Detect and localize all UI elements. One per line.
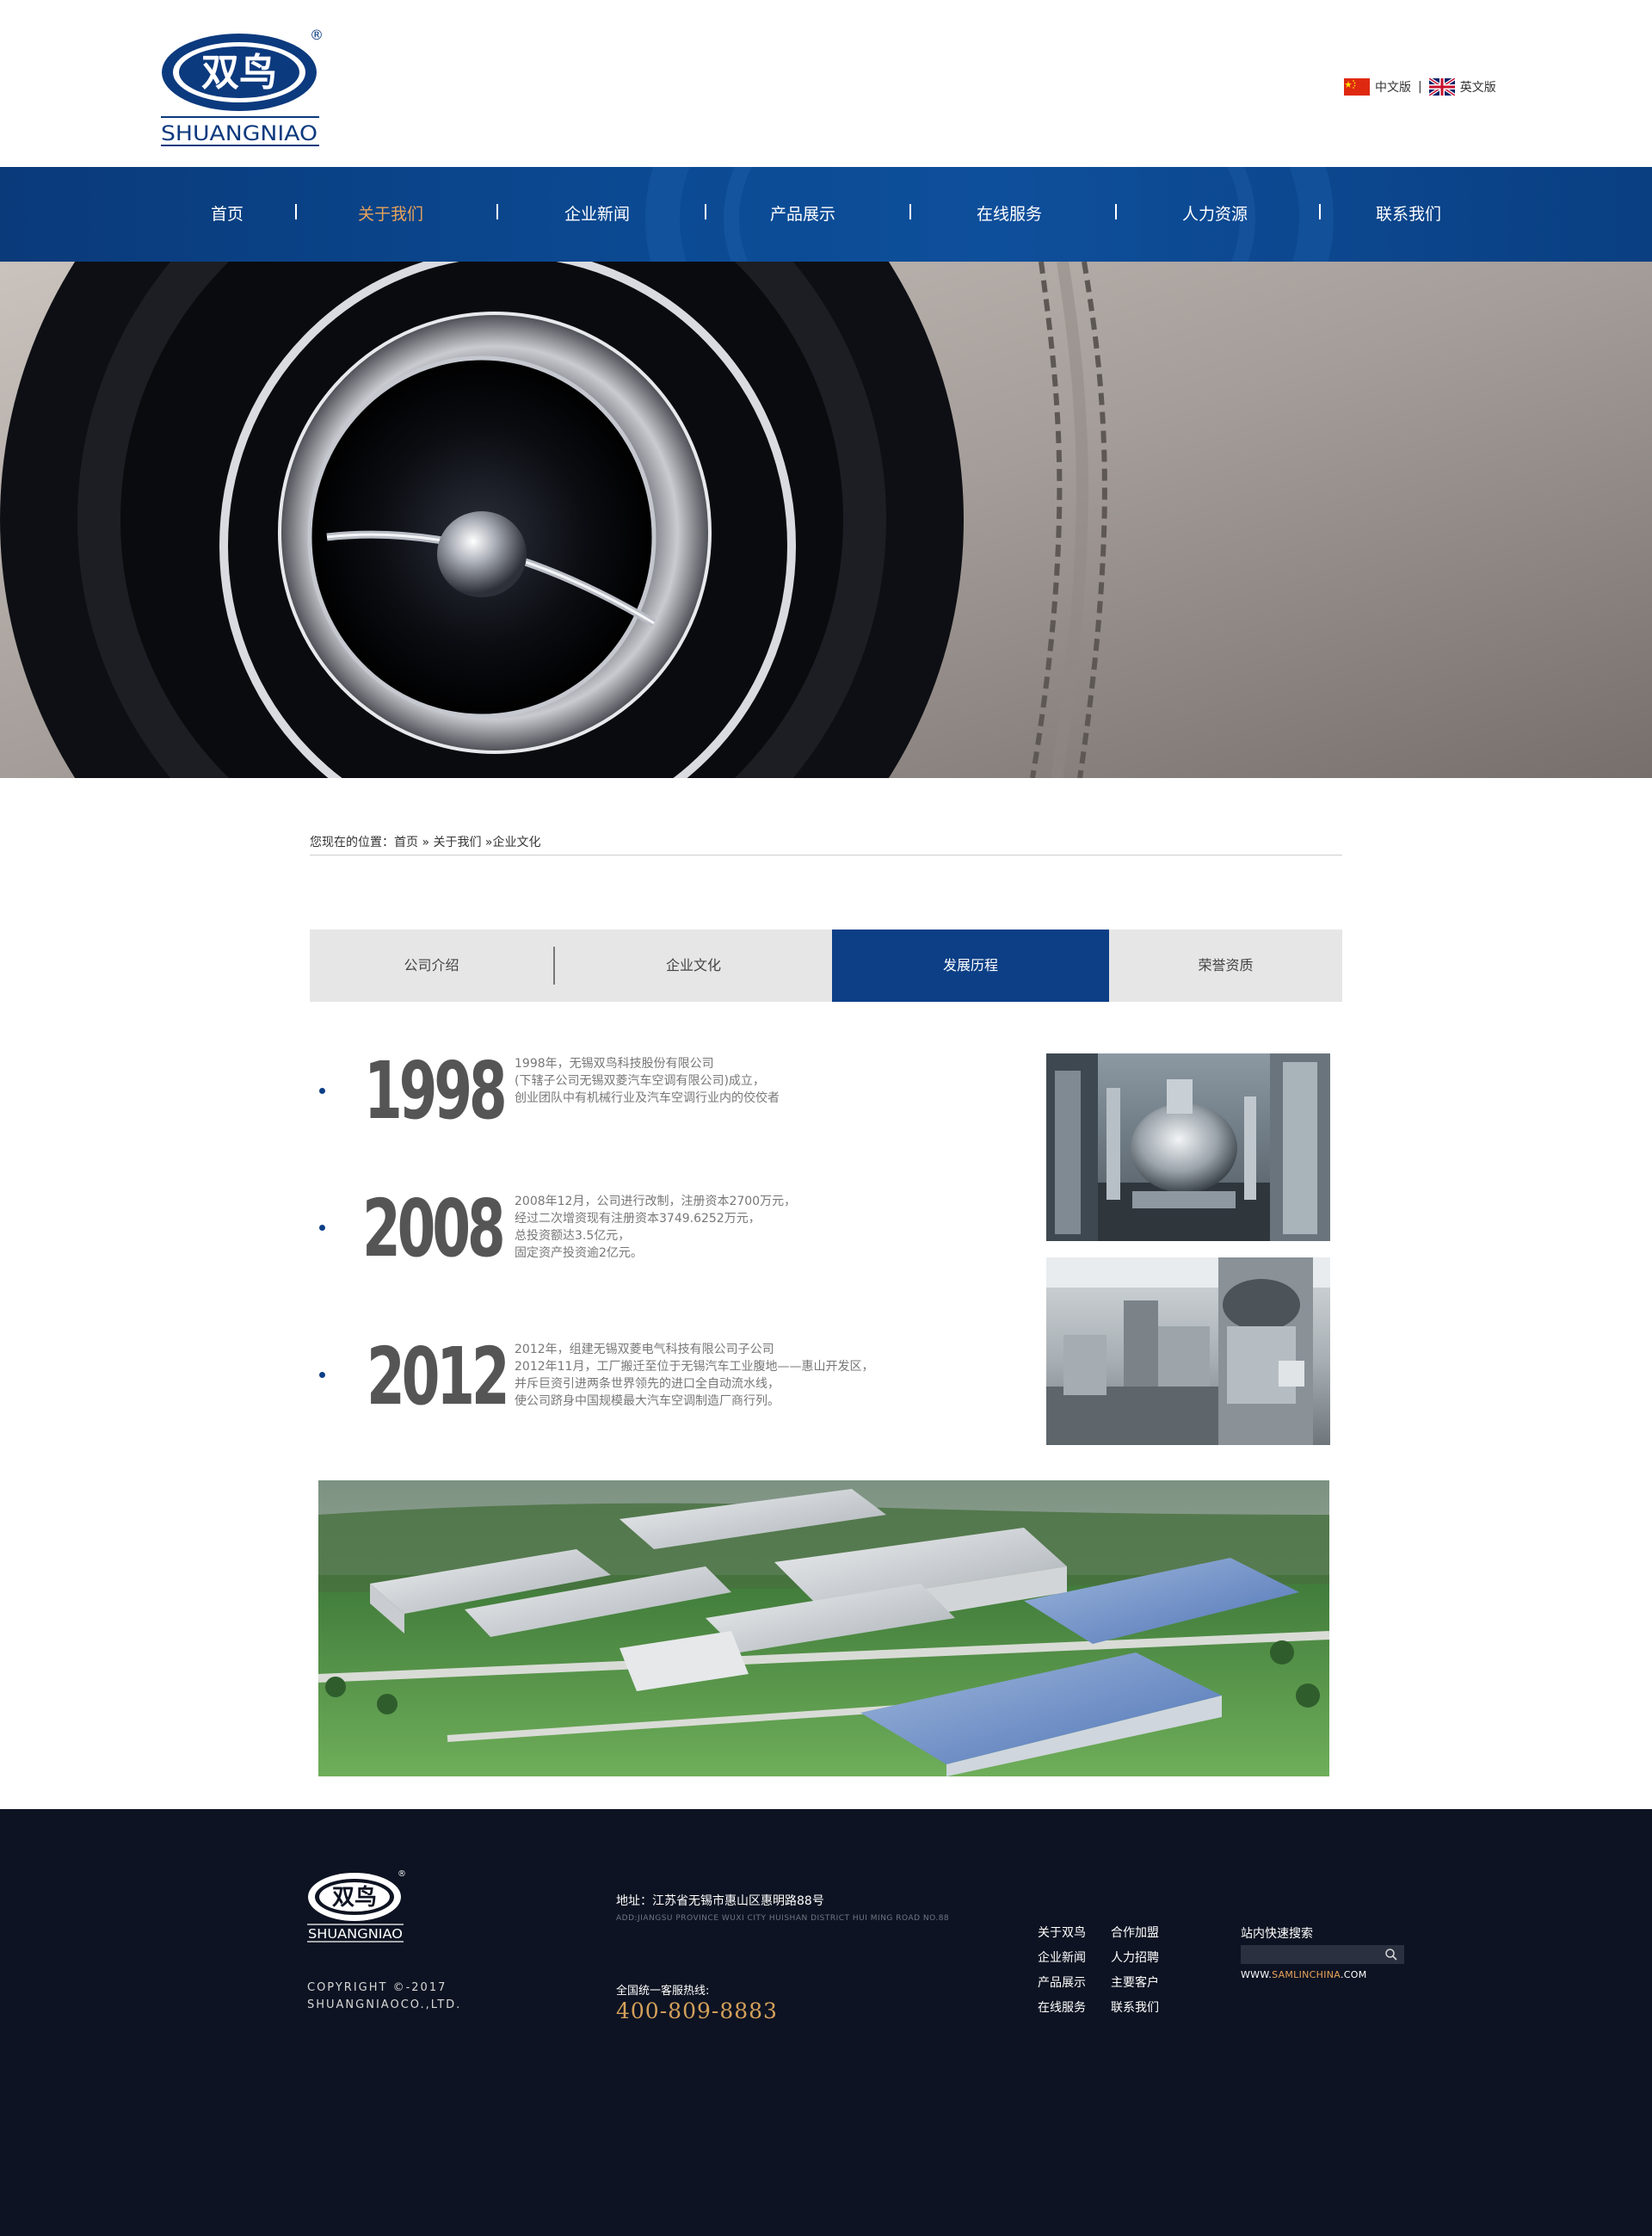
footer-logo-cn: 双鸟 bbox=[332, 1884, 377, 1911]
search-icon[interactable] bbox=[1384, 1947, 1399, 1962]
breadcrumb-prefix: 您现在的位置： bbox=[310, 836, 394, 849]
nav-separator bbox=[1115, 204, 1117, 219]
timeline-line: 2008年12月，公司进行改制，注册资本2700万元， bbox=[515, 1195, 797, 1208]
timeline-line: 2012年11月，工厂搬迁至位于无锡汽车工业腹地——惠山开发区， bbox=[515, 1360, 874, 1374]
footer-link-news[interactable]: 企业新闻 bbox=[1038, 1949, 1086, 1966]
lang-en-link[interactable]: 英文版 bbox=[1460, 78, 1496, 96]
timeline-line: 创业团队中有机械行业及汽车空调行业内的佼佼者 bbox=[515, 1091, 780, 1105]
timeline-line: 固定资产投资逾2亿元。 bbox=[515, 1246, 643, 1260]
nav-item-hr[interactable]: 人力资源 bbox=[1182, 201, 1248, 225]
site-suffix: .COM bbox=[1340, 1969, 1367, 1980]
logo-cn-text: 双鸟 bbox=[201, 51, 277, 95]
factory-machine-photo-1 bbox=[1046, 1053, 1330, 1241]
breadcrumb-home[interactable]: 首页 bbox=[394, 836, 418, 849]
footer-link-about[interactable]: 关于双鸟 bbox=[1038, 1924, 1086, 1941]
tab-culture[interactable]: 企业文化 bbox=[555, 930, 832, 1002]
breadcrumb-current: 企业文化 bbox=[492, 836, 541, 849]
timeline-line: 总投资额达3.5亿元， bbox=[515, 1229, 631, 1243]
page: 双鸟 ® SHUANGNIAO 中文版 | 英文版 首页 关于我们 企业新闻 产… bbox=[0, 0, 1652, 2236]
nav-separator bbox=[295, 204, 297, 219]
nav-items: 首页 关于我们 企业新闻 产品展示 在线服务 人力资源 联系我们 bbox=[159, 167, 1493, 262]
breadcrumb: 您现在的位置：首页 » 关于我们 »企业文化 bbox=[310, 833, 1342, 855]
footer-logo[interactable]: 双鸟 ® SHUANGNIAO bbox=[307, 1868, 407, 1943]
factory-machine-photo-2 bbox=[1046, 1257, 1330, 1445]
timeline-line: 经过二次增资现有注册资本3749.6252万元， bbox=[515, 1212, 761, 1226]
copyright-line: COPYRIGHT ©-2017 bbox=[307, 1981, 447, 1994]
nav-separator bbox=[909, 204, 911, 219]
header: 双鸟 ® SHUANGNIAO 中文版 | 英文版 bbox=[0, 0, 1652, 167]
language-switcher: 中文版 | 英文版 bbox=[1344, 77, 1496, 96]
timeline-year: 2008 bbox=[362, 1183, 506, 1275]
timeline-entry-1998: 1998年，无锡双鸟科技股份有限公司 (下辖子公司无锡双菱汽车空调有限公司)成立… bbox=[515, 1055, 780, 1107]
footer-link-clients[interactable]: 主要客户 bbox=[1111, 1973, 1159, 1991]
factory-aerial-photo bbox=[318, 1480, 1329, 1776]
uk-flag-icon[interactable] bbox=[1428, 78, 1455, 96]
timeline-line: (下辖子公司无锡双菱汽车空调有限公司)成立， bbox=[515, 1074, 765, 1088]
footer-link-recruit[interactable]: 人力招聘 bbox=[1111, 1949, 1159, 1966]
footer-search-label: 站内快速搜索 bbox=[1241, 1927, 1313, 1941]
timeline-line: 1998年，无锡双鸟科技股份有限公司 bbox=[515, 1057, 714, 1071]
hero-banner bbox=[0, 262, 1652, 778]
lang-separator: | bbox=[1418, 80, 1422, 94]
footer bbox=[0, 1809, 1652, 2236]
timeline-line: 使公司跻身中国规模最大汽车空调制造厂商行列。 bbox=[515, 1394, 780, 1408]
logo-en-text: SHUANGNIAO bbox=[161, 121, 317, 145]
nav-separator bbox=[705, 204, 706, 219]
main-nav: 首页 关于我们 企业新闻 产品展示 在线服务 人力资源 联系我们 bbox=[0, 167, 1652, 262]
footer-link-franchise[interactable]: 合作加盟 bbox=[1111, 1924, 1159, 1941]
car-air-vent-image bbox=[0, 262, 1652, 778]
copyright-line: SHUANGNIAOCO.,LTD. bbox=[307, 1998, 462, 2011]
china-flag-icon[interactable] bbox=[1344, 78, 1370, 96]
nav-item-service[interactable]: 在线服务 bbox=[977, 201, 1042, 225]
breadcrumb-sep: » bbox=[481, 836, 493, 849]
timeline-dot bbox=[319, 1225, 325, 1231]
nav-item-about[interactable]: 关于我们 bbox=[358, 201, 423, 225]
footer-website[interactable]: WWW.SAMLINCHINA.COM bbox=[1241, 1969, 1366, 1980]
nav-separator bbox=[1319, 204, 1321, 219]
footer-logo-en: SHUANGNIAO bbox=[308, 1926, 403, 1942]
timeline-dot bbox=[319, 1088, 325, 1094]
tab-honors[interactable]: 荣誉资质 bbox=[1109, 930, 1342, 1002]
footer-link-contact[interactable]: 联系我们 bbox=[1111, 1998, 1159, 2016]
footer-logo-registered: ® bbox=[398, 1869, 406, 1879]
timeline-year: 2012 bbox=[367, 1331, 510, 1423]
footer-link-products[interactable]: 产品展示 bbox=[1038, 1973, 1086, 1991]
timeline-line: 并斥巨资引进两条世界领先的进口全自动流水线， bbox=[515, 1377, 780, 1391]
footer-address-en: ADD:JIANGSU PROVINCE WUXI CITY HUISHAN D… bbox=[616, 1914, 950, 1923]
timeline-year: 1998 bbox=[364, 1045, 508, 1137]
timeline-entry-2008: 2008年12月，公司进行改制，注册资本2700万元， 经过二次增资现有注册资本… bbox=[515, 1193, 796, 1262]
timeline-entry-2012: 2012年，组建无锡双菱电气科技有限公司子公司 2012年11月，工厂搬迁至位于… bbox=[515, 1341, 873, 1410]
nav-item-home[interactable]: 首页 bbox=[211, 201, 243, 225]
footer-copyright: COPYRIGHT ©-2017 SHUANGNIAOCO.,LTD. bbox=[307, 1980, 461, 2014]
nav-separator bbox=[496, 204, 498, 219]
footer-link-service[interactable]: 在线服务 bbox=[1038, 1998, 1086, 2016]
site-prefix: WWW. bbox=[1241, 1969, 1273, 1980]
timeline-dot bbox=[319, 1372, 325, 1378]
nav-item-contact[interactable]: 联系我们 bbox=[1376, 201, 1441, 225]
tab-history[interactable]: 发展历程 bbox=[832, 930, 1109, 1002]
about-tabs: 公司介绍 企业文化 发展历程 荣誉资质 bbox=[310, 930, 1342, 1002]
footer-search-input[interactable] bbox=[1241, 1945, 1404, 1964]
footer-hotline: 400-809-8883 bbox=[616, 1998, 778, 2023]
brand-logo[interactable]: 双鸟 ® SHUANGNIAO bbox=[159, 28, 323, 148]
breadcrumb-about[interactable]: 关于我们 bbox=[433, 836, 481, 849]
tab-company-intro[interactable]: 公司介绍 bbox=[310, 930, 553, 1002]
nav-item-news[interactable]: 企业新闻 bbox=[564, 201, 630, 225]
footer-address: 地址：江苏省无锡市惠山区惠明路88号 bbox=[616, 1894, 824, 1908]
timeline-line: 2012年，组建无锡双菱电气科技有限公司子公司 bbox=[515, 1343, 774, 1356]
footer-hotline-label: 全国统一客服热线: bbox=[616, 1985, 710, 1998]
logo-registered: ® bbox=[310, 28, 323, 43]
breadcrumb-sep: » bbox=[418, 836, 434, 849]
site-highlight: SAMLINCHINA bbox=[1272, 1969, 1341, 1980]
nav-item-products[interactable]: 产品展示 bbox=[770, 201, 835, 225]
lang-cn-link[interactable]: 中文版 bbox=[1375, 78, 1411, 96]
